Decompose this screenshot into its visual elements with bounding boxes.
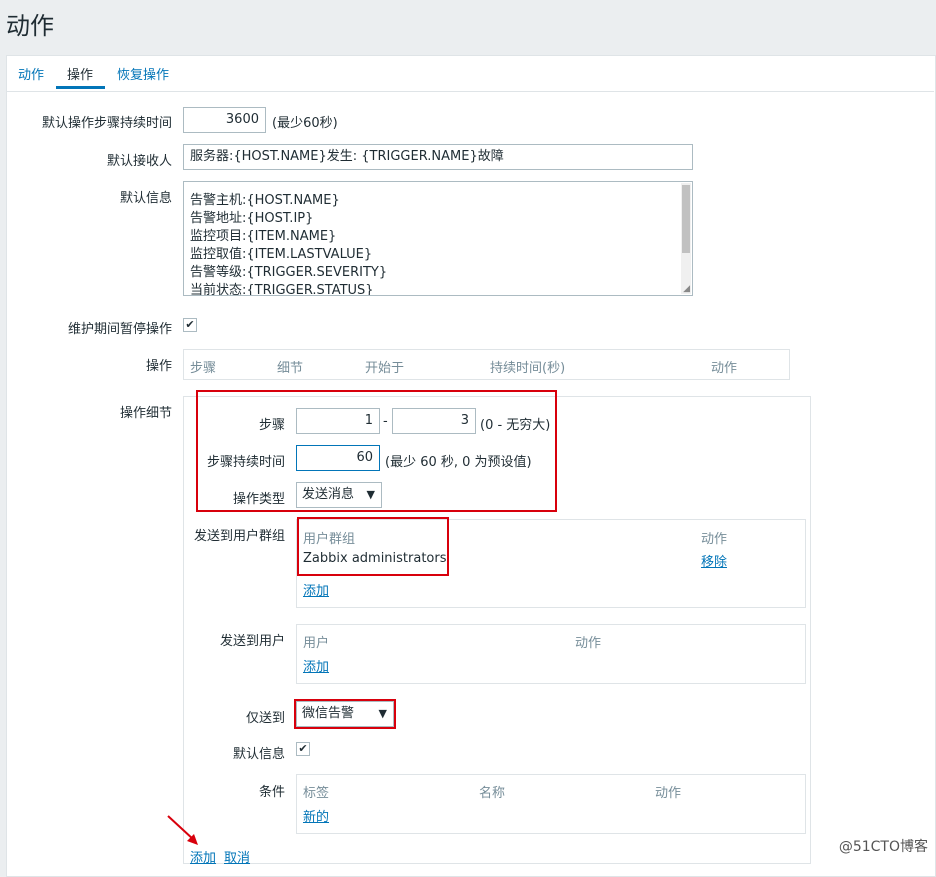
tab-operations[interactable]: 操作 — [67, 64, 93, 83]
col-action: 动作 — [711, 361, 738, 376]
users-add-link[interactable]: 添加 — [303, 656, 329, 675]
message-line: 告警主机:{HOST.NAME} — [190, 193, 340, 208]
message-label: 默认信息 — [119, 191, 172, 206]
highlight-box-usergroup — [297, 517, 449, 576]
usergroup-label: 发送到用户群组 — [193, 529, 285, 544]
defmsg-checkbox[interactable]: ✔ — [296, 742, 310, 756]
operations-label: 操作 — [145, 359, 172, 374]
usergroup-remove-link[interactable]: 移除 — [701, 551, 727, 570]
col-step: 步骤 — [190, 361, 217, 376]
pause-label: 维护期间暂停操作 — [67, 322, 172, 337]
step-duration-hint: (最少60秒) — [272, 116, 338, 131]
col-user-action: 动作 — [575, 636, 602, 651]
message-line: 当前状态:{TRIGGER.STATUS} — [190, 283, 374, 296]
highlight-box-steps — [196, 390, 557, 512]
cond-table — [296, 774, 806, 834]
details-label: 操作细节 — [119, 406, 172, 421]
step-duration-label: 默认操作步骤持续时间 — [41, 116, 172, 131]
col-duration: 持续时间(秒) — [490, 361, 566, 376]
step-duration-input[interactable]: 3600 — [183, 107, 266, 133]
resize-handle-icon[interactable]: ◢ — [683, 284, 690, 294]
col-usergroup-action: 动作 — [701, 532, 728, 547]
col-cond-name: 名称 — [479, 786, 506, 801]
col-start: 开始于 — [365, 361, 405, 376]
red-arrow-icon — [167, 815, 198, 845]
users-label: 发送到用户 — [219, 634, 285, 649]
usergroup-add-link[interactable]: 添加 — [303, 580, 329, 599]
check-icon: ✔ — [298, 742, 308, 755]
cancel-link[interactable]: 取消 — [224, 847, 250, 866]
cond-label: 条件 — [258, 785, 285, 800]
textarea-scroll-thumb[interactable] — [682, 185, 690, 253]
message-line: 监控取值:{ITEM.LASTVALUE} — [190, 247, 373, 262]
col-user: 用户 — [303, 636, 330, 651]
cond-new-link[interactable]: 新的 — [303, 806, 329, 825]
users-table — [296, 624, 806, 684]
recipient-input[interactable]: 服务器:{HOST.NAME}发生: {TRIGGER.NAME}故障 — [183, 144, 693, 170]
tab-action[interactable]: 动作 — [18, 64, 44, 83]
col-cond-label: 标签 — [303, 786, 330, 801]
tab-active-indicator — [56, 86, 105, 89]
col-cond-action: 动作 — [655, 786, 682, 801]
watermark: @51CTO博客 — [838, 839, 928, 855]
highlight-box-sendonly — [294, 699, 396, 729]
page-title: 动作 — [6, 12, 54, 40]
operations-table — [183, 349, 790, 380]
message-line: 告警地址:{HOST.IP} — [190, 211, 314, 226]
message-line: 监控项目:{ITEM.NAME} — [190, 229, 337, 244]
tab-recovery-operations[interactable]: 恢复操作 — [117, 64, 169, 83]
col-details: 细节 — [277, 361, 304, 376]
pause-checkbox[interactable]: ✔ — [183, 318, 197, 332]
recipient-label: 默认接收人 — [106, 154, 172, 169]
sendonly-label: 仅送到 — [245, 711, 285, 726]
defmsg-label: 默认信息 — [232, 747, 285, 762]
check-icon: ✔ — [185, 318, 195, 331]
message-textarea[interactable]: 告警主机:{HOST.NAME} 告警地址:{HOST.IP} 监控项目:{IT… — [183, 181, 693, 296]
message-line: 告警等级:{TRIGGER.SEVERITY} — [190, 265, 388, 280]
